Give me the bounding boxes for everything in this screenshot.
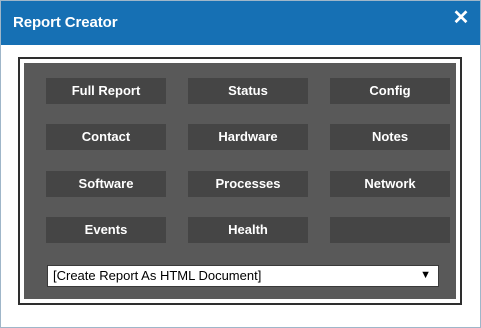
health-button[interactable]: Health xyxy=(188,217,308,243)
empty-button[interactable] xyxy=(330,217,450,243)
contact-button[interactable]: Contact xyxy=(46,124,166,150)
dropdown-arrow-icon: ▼ xyxy=(420,269,431,281)
hardware-button[interactable]: Hardware xyxy=(188,124,308,150)
network-button[interactable]: Network xyxy=(330,171,450,197)
software-button[interactable]: Software xyxy=(46,171,166,197)
report-options-panel: Full Report Status Config Contact Hardwa… xyxy=(24,63,456,299)
status-button[interactable]: Status xyxy=(188,78,308,104)
dialog-title: Report Creator xyxy=(13,14,118,31)
report-panel-frame: Full Report Status Config Contact Hardwa… xyxy=(18,57,462,305)
report-format-select[interactable]: [Create Report As HTML Document] ▼ xyxy=(47,265,439,287)
config-button[interactable]: Config xyxy=(330,78,450,104)
close-icon[interactable]: ✕ xyxy=(448,5,474,31)
report-creator-dialog: Report Creator ✕ Full Report Status Conf… xyxy=(0,0,481,328)
processes-button[interactable]: Processes xyxy=(188,171,308,197)
events-button[interactable]: Events xyxy=(46,217,166,243)
full-report-button[interactable]: Full Report xyxy=(46,78,166,104)
report-format-value: [Create Report As HTML Document] xyxy=(53,268,262,283)
notes-button[interactable]: Notes xyxy=(330,124,450,150)
title-bar: Report Creator ✕ xyxy=(1,1,480,45)
